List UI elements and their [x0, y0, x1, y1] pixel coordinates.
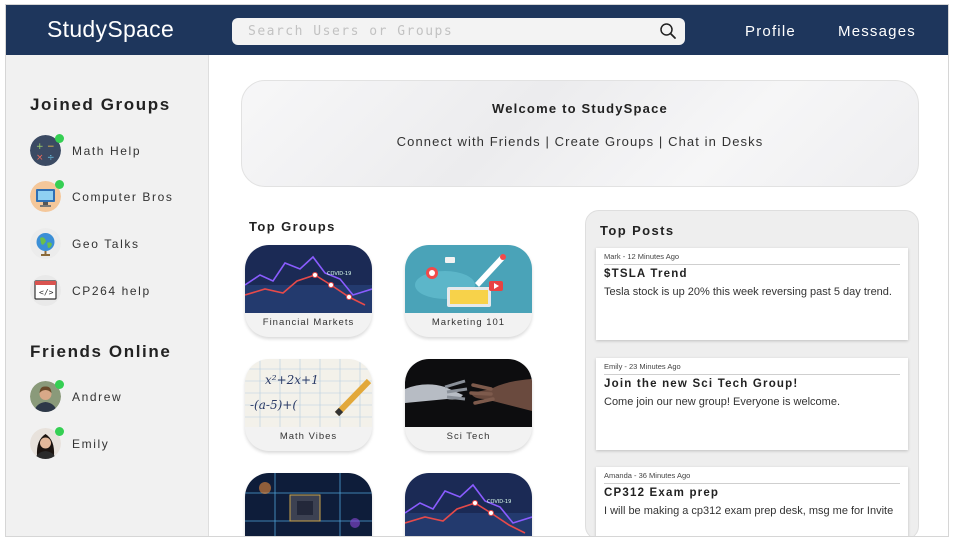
post-title: $TSLA Trend: [604, 268, 688, 280]
divider: [604, 264, 900, 265]
group-card-math-vibes[interactable]: x²+2x+1 -(a-5)+( Math Vibes: [245, 359, 372, 451]
svg-text:-(a-5)+(: -(a-5)+(: [250, 398, 297, 412]
group-card-stock[interactable]: COVID-19: [405, 473, 532, 536]
online-indicator: [55, 134, 64, 143]
sidebar-item-label: Math Help: [72, 144, 142, 158]
post-body: I will be making a cp312 exam prep desk,…: [604, 505, 894, 517]
top-groups-heading: Top Groups: [249, 219, 336, 234]
search-input[interactable]: [232, 18, 652, 45]
math-paper-image: x²+2x+1 -(a-5)+(: [245, 359, 372, 427]
search-bar[interactable]: [232, 18, 685, 45]
group-card-label: Marketing 101: [431, 317, 506, 328]
post-meta: Emily - 23 Minutes Ago: [604, 362, 681, 371]
post-title: CP312 Exam prep: [604, 487, 720, 499]
online-indicator: [55, 180, 64, 189]
post-meta: Amanda - 36 Minutes Ago: [604, 471, 691, 480]
welcome-subtitle: Connect with Friends | Create Groups | C…: [396, 134, 764, 149]
friends-online-heading: Friends Online: [30, 342, 172, 361]
code-window-icon: </>: [30, 275, 61, 306]
circuit-chip-image: [245, 473, 372, 536]
sidebar-item-computer-bros[interactable]: Computer Bros: [30, 180, 200, 213]
sidebar-item-geo-talks[interactable]: Geo Talks: [30, 228, 200, 260]
welcome-title: Welcome to StudySpace: [492, 101, 668, 116]
post-body: Come join our new group! Everyone is wel…: [604, 396, 841, 408]
post-body: Tesla stock is up 20% this week reversin…: [604, 286, 892, 298]
svg-text:÷: ÷: [47, 153, 55, 163]
group-card-label: Sci Tech: [446, 431, 491, 442]
sidebar-item-label: Computer Bros: [72, 190, 174, 204]
svg-text:−: −: [47, 142, 55, 152]
svg-text:</>: </>: [39, 288, 54, 297]
top-navbar: StudySpace Profile Messages: [6, 5, 948, 55]
sidebar: Joined Groups + − × ÷ Math Help Computer…: [6, 55, 209, 536]
friend-item-emily[interactable]: Emily: [30, 427, 200, 460]
group-card-marketing-101[interactable]: Marketing 101: [405, 245, 532, 337]
group-card-label: Financial Markets: [262, 317, 355, 328]
sidebar-item-cp264-help[interactable]: </> CP264 help: [30, 275, 200, 307]
top-posts-panel: Top Posts Mark - 12 Minutes Ago $TSLA Tr…: [585, 210, 919, 536]
post-card[interactable]: Emily - 23 Minutes Ago Join the new Sci …: [596, 358, 908, 450]
joined-groups-heading: Joined Groups: [30, 95, 171, 114]
svg-text:COVID-19: COVID-19: [327, 271, 351, 277]
marketing-illustration-image: [405, 245, 532, 313]
group-card-financial-markets[interactable]: COVID-19 Financial Markets: [245, 245, 372, 337]
svg-text:+: +: [36, 142, 44, 152]
nav-profile-link[interactable]: Profile: [745, 23, 796, 40]
sidebar-item-label: Geo Talks: [72, 237, 140, 251]
divider: [604, 374, 900, 375]
group-card-label: Math Vibes: [279, 431, 338, 442]
group-card-sci-tech[interactable]: Sci Tech: [405, 359, 532, 451]
stock-chart-image: COVID-19: [405, 473, 532, 536]
post-title: Join the new Sci Tech Group!: [604, 378, 799, 390]
stock-chart-image: COVID-19: [245, 245, 372, 313]
svg-text:COVID-19: COVID-19: [487, 499, 511, 505]
top-posts-heading: Top Posts: [600, 223, 675, 238]
divider: [604, 483, 900, 484]
globe-icon: [30, 228, 61, 259]
post-card[interactable]: Amanda - 36 Minutes Ago CP312 Exam prep …: [596, 467, 908, 536]
post-card[interactable]: Mark - 12 Minutes Ago $TSLA Trend Tesla …: [596, 248, 908, 340]
post-meta: Mark - 12 Minutes Ago: [604, 252, 680, 261]
svg-text:×: ×: [36, 153, 44, 163]
friend-name: Andrew: [72, 390, 123, 404]
svg-text:x²+2x+1: x²+2x+1: [265, 373, 319, 387]
friend-name: Emily: [72, 437, 110, 451]
group-card-circuit[interactable]: [245, 473, 372, 536]
app-frame: StudySpace Profile Messages Joined Group…: [5, 4, 949, 537]
nav-messages-link[interactable]: Messages: [838, 23, 916, 40]
sidebar-item-math-help[interactable]: + − × ÷ Math Help: [30, 134, 200, 167]
robot-hand-image: [405, 359, 532, 427]
online-indicator: [55, 380, 64, 389]
sidebar-item-label: CP264 help: [72, 284, 151, 298]
welcome-banner: Welcome to StudySpace Connect with Frien…: [241, 80, 919, 187]
friend-item-andrew[interactable]: Andrew: [30, 380, 200, 413]
search-icon[interactable]: [659, 22, 677, 40]
brand-logo[interactable]: StudySpace: [47, 16, 174, 43]
online-indicator: [55, 427, 64, 436]
